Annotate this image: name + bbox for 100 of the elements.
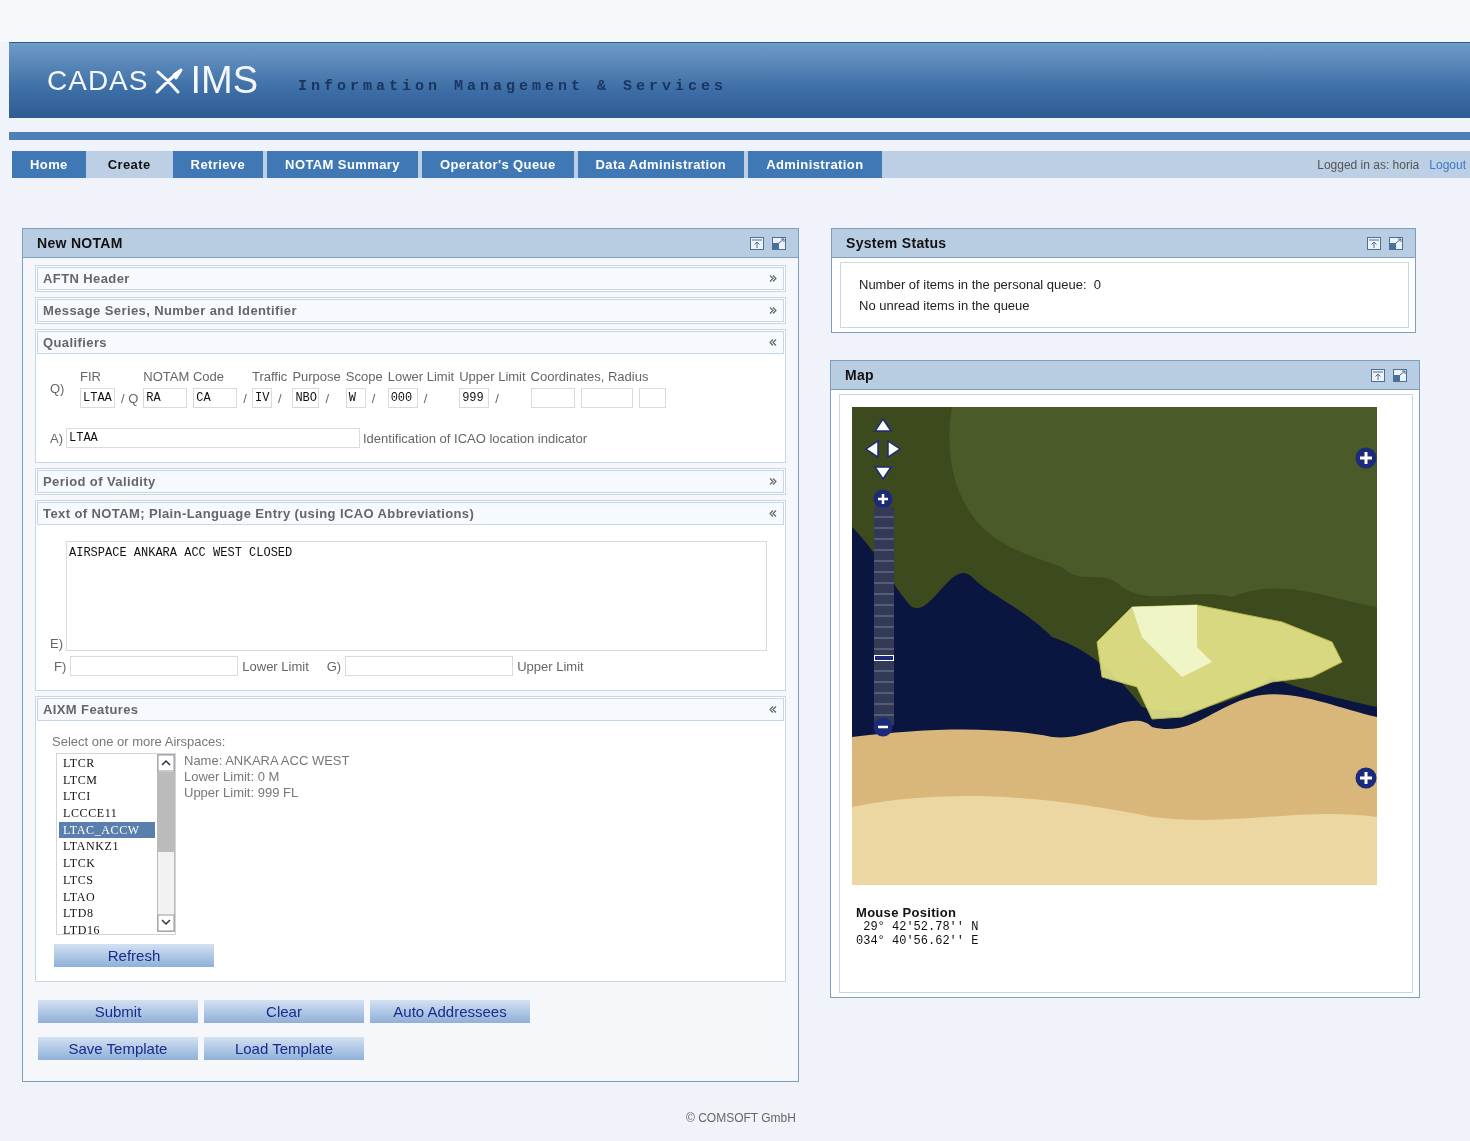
airspace-item[interactable]: LTCK	[59, 855, 155, 872]
nav-tab[interactable]: Retrieve	[172, 151, 264, 178]
lower-limit-label: Lower Limit	[242, 658, 309, 674]
maximize-icon[interactable]	[1393, 368, 1407, 382]
column-heading: Coordinates, Radius	[530, 369, 650, 384]
nav-tab[interactable]: Administration	[748, 151, 882, 178]
qualifier-field[interactable]: LTAA	[80, 388, 115, 408]
a-label: A)	[50, 430, 63, 446]
airspaces-prompt: Select one or more Airspaces:	[52, 734, 226, 749]
qualifier-field[interactable]: IV	[251, 388, 272, 408]
plus-icon[interactable]	[1355, 767, 1377, 789]
qualifier-field[interactable]: 999	[459, 388, 490, 408]
section-title: Qualifiers	[43, 335, 107, 350]
q-label: Q)	[50, 381, 66, 396]
form-button[interactable]: Clear	[204, 1000, 364, 1023]
airspace-detail: Upper Limit: 999 FL	[184, 785, 300, 800]
zoom-in-icon[interactable]	[873, 489, 893, 509]
airspace-item[interactable]: LTCI	[59, 788, 155, 806]
airspace-item[interactable]: LTANKZ1	[59, 838, 155, 856]
column-heading: FIR	[80, 369, 102, 384]
airspace-item[interactable]: LCCCE11	[59, 805, 155, 822]
expand-chevrons-icon[interactable]	[769, 307, 777, 314]
qualifier-field[interactable]: CA	[193, 388, 238, 408]
column-heading: Upper Limit	[459, 369, 526, 384]
zoom-out-icon[interactable]	[873, 717, 893, 737]
g-label: G)	[326, 658, 342, 674]
section-title: Message Series, Number and Identifier	[43, 303, 297, 318]
nav-tab[interactable]: Data Administration	[577, 151, 745, 178]
qualifier-field[interactable]	[638, 388, 666, 408]
separator-label: /	[243, 390, 247, 406]
airspace-detail: Lower Limit: 0 M	[184, 769, 281, 784]
collapse-chevrons-icon[interactable]	[769, 510, 777, 517]
f-label: F)	[54, 658, 67, 674]
column-heading: Purpose	[292, 369, 341, 384]
airspace-item[interactable]: LTCS	[59, 871, 155, 889]
airspace-item[interactable]: LTAO	[59, 888, 155, 906]
form-button[interactable]: Auto Addressees	[370, 1000, 530, 1023]
mouse-position-title: Mouse Position	[856, 905, 958, 920]
panel-title: New NOTAM	[37, 235, 123, 251]
airspace-list[interactable]: LTCR LTCM LTCI LCCCE11 LTAC_ACCW LTANKZ1 LTCK LTCS LTAO LTD8 LTD16	[56, 753, 176, 935]
qualifier-field[interactable]: RA	[143, 388, 188, 408]
nav-tab[interactable]: Home	[12, 151, 86, 178]
separator-label: /	[325, 390, 329, 406]
maximize-icon[interactable]	[772, 236, 786, 250]
section-header[interactable]: AFTN Header	[37, 267, 784, 290]
section-header[interactable]: Period of Validity	[37, 470, 784, 493]
zoom-slider[interactable]	[874, 507, 894, 725]
nav-tab[interactable]: NOTAM Summary	[267, 151, 418, 178]
section-header[interactable]: Text of NOTAM; Plain-Language Entry (using ICAO Abbreviations)	[37, 502, 784, 525]
maximize-icon[interactable]	[1389, 236, 1403, 250]
location-hint: Identification of ICAO location indicator	[363, 430, 587, 446]
section-header[interactable]: Message Series, Number and Identifier	[37, 299, 784, 322]
qualifier-field[interactable]: W	[345, 388, 366, 408]
satellite-map-drawing[interactable]	[852, 407, 1377, 885]
refresh-button[interactable]: Refresh	[54, 944, 214, 967]
separator-label: /	[371, 390, 376, 406]
footer-copyright: © COMSOFT GmbH	[686, 1111, 796, 1125]
lower-limit-field[interactable]	[70, 656, 239, 676]
airspace-item[interactable]: LTD8	[59, 905, 155, 922]
panel-title: System Status	[846, 235, 947, 251]
section-header[interactable]: Qualifiers	[37, 331, 784, 354]
scrollbar-drawing[interactable]	[157, 754, 175, 932]
collapse-chevrons-icon[interactable]	[769, 706, 777, 713]
status-line: No unread items in the queue	[859, 298, 1031, 313]
section-title: Period of Validity	[43, 474, 156, 489]
collapse-chevrons-icon[interactable]	[769, 339, 777, 346]
expand-chevrons-icon[interactable]	[769, 478, 777, 485]
upper-limit-field[interactable]	[345, 656, 514, 676]
form-button[interactable]: Load Template	[204, 1037, 364, 1060]
expand-chevrons-icon[interactable]	[769, 275, 777, 282]
plus-icon[interactable]	[1355, 447, 1377, 469]
logo-text: CADAS	[47, 64, 149, 97]
qualifier-field[interactable]: 000	[387, 388, 418, 408]
coordinate-text: 034° 40'56.62'' E	[856, 934, 980, 948]
qualifier-field[interactable]	[580, 388, 633, 408]
logged-in-label: Logged in as: horia	[1317, 157, 1420, 172]
qualifier-field[interactable]: NBO	[292, 388, 320, 408]
pan-arrows-icon[interactable]	[864, 417, 902, 481]
location-field[interactable]: LTAA	[66, 428, 360, 448]
column-heading: Traffic	[251, 369, 288, 384]
column-heading: Scope	[345, 369, 383, 384]
separator-label: /	[495, 390, 499, 406]
airspace-item[interactable]: LTCR	[59, 755, 155, 772]
notam-text-area[interactable]: AIRSPACE ANKARA ACC WEST CLOSED	[66, 541, 767, 651]
upper-limit-label: Upper Limit	[517, 658, 584, 674]
form-button[interactable]: Submit	[38, 1000, 198, 1023]
qualifier-field[interactable]	[530, 388, 575, 408]
panel-title: Map	[845, 367, 874, 383]
airspace-item[interactable]: LTAC_ACCW	[59, 821, 155, 839]
e-label: E)	[50, 636, 63, 651]
nav-tab[interactable]: Operator's Queue	[421, 151, 574, 178]
form-button[interactable]: Save Template	[38, 1037, 198, 1060]
coordinate-text: 29° 42'52.78'' N	[862, 920, 980, 934]
section-header[interactable]: AIXM Features	[37, 698, 784, 721]
logo-text: IMS	[190, 59, 259, 102]
section-title: Text of NOTAM; Plain-Language Entry (using ICAO Abbreviations)	[43, 506, 475, 521]
airspace-item[interactable]: LTCM	[59, 771, 155, 789]
section-title: AIXM Features	[43, 702, 139, 717]
zoom-thumb[interactable]	[874, 655, 894, 662]
column-heading: Lower Limit	[387, 369, 455, 384]
